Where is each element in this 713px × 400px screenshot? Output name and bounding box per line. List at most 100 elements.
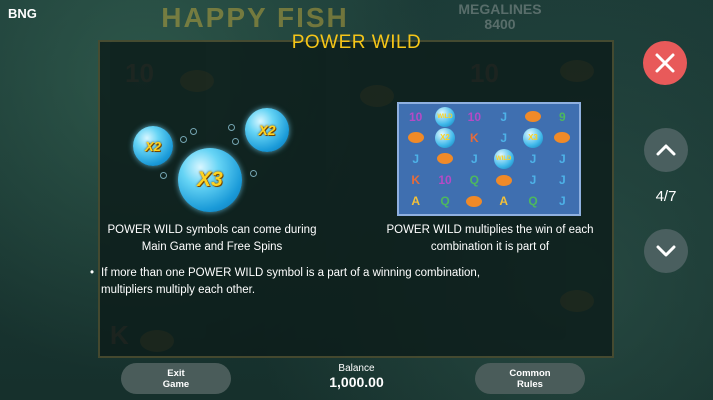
- grid-cell: Q: [518, 191, 547, 212]
- grid-cell: K: [401, 170, 430, 191]
- card-symbol: Q: [528, 194, 538, 209]
- card-symbol: J: [529, 151, 537, 166]
- grid-cell: [518, 106, 547, 127]
- grid-cell: [489, 170, 518, 191]
- grid-cell: 10: [460, 106, 489, 127]
- card-symbol: K: [469, 130, 479, 145]
- right-description: POWER WILD multiplies the win of each co…: [370, 222, 610, 256]
- card-symbol: Q: [469, 173, 479, 188]
- grid-cell: 10: [430, 170, 459, 191]
- multiplier-bubble: X3: [178, 148, 242, 212]
- chevron-up-icon: [656, 144, 676, 156]
- tiny-bubble-icon: [250, 170, 257, 177]
- grid-cell: J: [548, 170, 577, 191]
- left-description-line: POWER WILD symbols can come during: [107, 224, 317, 236]
- tiny-bubble-icon: [228, 124, 235, 131]
- grid-cell: J: [489, 106, 518, 127]
- card-symbol: J: [558, 194, 566, 209]
- grid-cell: Q: [430, 191, 459, 212]
- wild-symbol: WILD: [434, 106, 455, 127]
- grid-cell: J: [518, 170, 547, 191]
- megalines-label: MEGALINES: [458, 1, 542, 17]
- fish-symbol-icon: [466, 195, 483, 207]
- grid-cell: A: [489, 191, 518, 212]
- right-description-line: POWER WILD multiplies the win of each: [386, 224, 594, 236]
- card-symbol: J: [500, 130, 507, 145]
- grid-cell: WILD: [430, 106, 459, 127]
- bullet-dot: •: [90, 267, 95, 279]
- tiny-bubble-icon: [180, 136, 187, 143]
- multiplier-label: X2: [145, 138, 161, 154]
- fish-symbol-icon: [407, 132, 424, 144]
- left-description-line: Main Game and Free Spins: [141, 241, 283, 253]
- tiny-bubble-icon: [190, 128, 197, 135]
- fish-symbol-icon: [554, 132, 571, 144]
- grid-cell: J: [518, 148, 547, 169]
- grid-cell: [548, 127, 577, 148]
- card-symbol: 10: [467, 109, 481, 124]
- balance-label: Balance: [338, 363, 375, 374]
- page-counter: 4/7: [655, 188, 677, 205]
- grid-cell: WILD: [489, 148, 518, 169]
- card-symbol: 9: [558, 109, 566, 124]
- grid-cell: X3: [518, 127, 547, 148]
- multiplier-symbol: X3: [522, 127, 543, 148]
- example-reel-grid: 10 WILD 10 J 9 X2 K J X3 J J WILD J J K 10 Q J J A Q A Q J: [397, 102, 581, 216]
- multiplier-bubble: X2: [133, 126, 173, 166]
- previous-page-button[interactable]: [644, 128, 688, 172]
- game-logo: HAPPY FISH: [161, 2, 349, 33]
- grid-cell: J: [460, 148, 489, 169]
- megalines-badge: MEGALINES 8400: [450, 2, 550, 32]
- fish-symbol-icon: [524, 111, 541, 123]
- provider-logo: BNG: [8, 6, 37, 21]
- multiplier-bubble: X2: [245, 108, 289, 152]
- card-symbol: 10: [408, 109, 423, 124]
- grid-cell: [401, 127, 430, 148]
- chevron-down-icon: [656, 245, 676, 257]
- grid-cell: 9: [548, 106, 577, 127]
- multiplier-symbol: X2: [434, 127, 455, 148]
- grid-cell: [460, 191, 489, 212]
- card-symbol: J: [412, 151, 419, 166]
- multiplier-label: X2: [258, 122, 276, 138]
- page-title: POWER WILD: [291, 32, 422, 53]
- fish-symbol-icon: [495, 174, 512, 186]
- grid-cell: J: [401, 148, 430, 169]
- grid-cell: K: [460, 127, 489, 148]
- rule-bullet: • If more than one POWER WILD symbol is …: [90, 265, 530, 299]
- next-page-button[interactable]: [644, 229, 688, 273]
- multiplier-label: X3: [197, 168, 223, 191]
- grid-cell: J: [489, 127, 518, 148]
- right-description-line: combination it is part of: [430, 241, 550, 253]
- common-rules-label: Rules: [517, 378, 543, 390]
- grid-cell: J: [548, 191, 577, 212]
- card-symbol: K: [411, 173, 420, 188]
- card-symbol: 10: [438, 173, 452, 188]
- grid-cell: X2: [430, 127, 459, 148]
- grid-cell: [430, 148, 459, 169]
- wild-symbol: WILD: [493, 148, 514, 169]
- balance-value: 1,000.00: [329, 374, 384, 390]
- close-button[interactable]: [643, 41, 687, 85]
- common-rules-label: Common: [509, 367, 551, 379]
- card-symbol: J: [529, 173, 537, 188]
- grid-cell: A: [401, 191, 430, 212]
- grid-cell: 10: [401, 106, 430, 127]
- tiny-bubble-icon: [160, 172, 167, 179]
- common-rules-button[interactable]: Common Rules: [475, 363, 585, 394]
- fish-symbol-icon: [436, 153, 453, 165]
- tiny-bubble-icon: [232, 138, 239, 145]
- grid-cell: Q: [460, 170, 489, 191]
- grid-cell: J: [548, 148, 577, 169]
- card-symbol: J: [470, 151, 478, 166]
- megalines-value: 8400: [484, 16, 516, 32]
- card-symbol: A: [411, 194, 420, 209]
- rule-text-line: multipliers multiply each other.: [101, 284, 256, 296]
- close-icon: [655, 53, 675, 73]
- card-symbol: J: [558, 173, 566, 188]
- left-description: POWER WILD symbols can come during Main …: [97, 222, 327, 256]
- card-symbol: J: [558, 151, 566, 166]
- card-symbol: Q: [440, 194, 450, 209]
- rule-text-line: If more than one POWER WILD symbol is a …: [101, 267, 481, 279]
- card-symbol: A: [499, 194, 508, 209]
